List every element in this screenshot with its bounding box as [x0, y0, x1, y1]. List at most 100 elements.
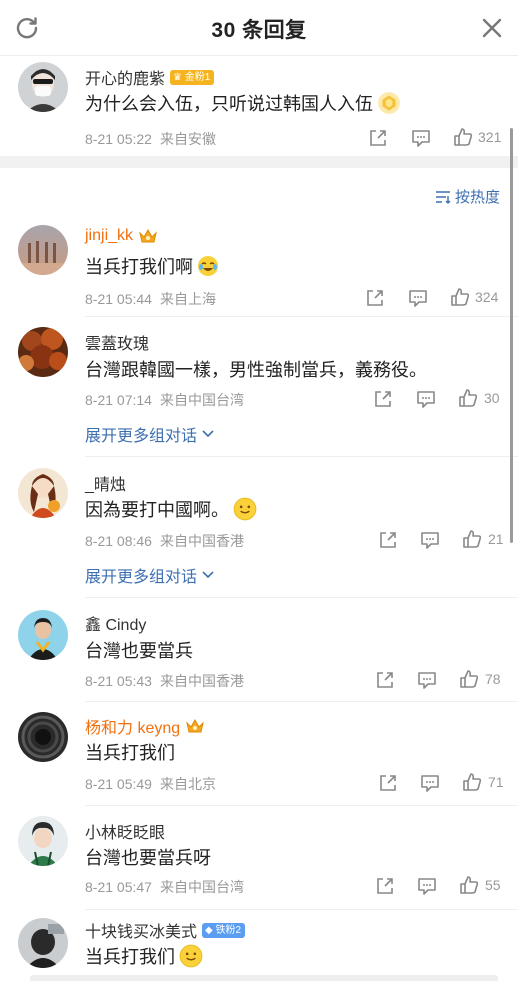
user-name-text[interactable]: 十块钱买冰美式	[85, 918, 197, 942]
comment-meta: 8-21 05:47 来自中国台湾	[85, 877, 244, 897]
comment-item: 十块钱买冰美式 ◆ 铁粉2 当兵打我们	[0, 910, 518, 981]
comment-meta: 8-21 08:46 来自中国香港	[85, 531, 244, 551]
root-comment: 开心的鹿紫 ♛ 金粉1 为什么会入伍，只听说过韩国人入伍 8-21 05:22 来…	[0, 56, 518, 156]
share-icon[interactable]	[377, 772, 399, 794]
comment-icon[interactable]	[416, 875, 438, 897]
like-count: 30	[484, 390, 500, 406]
avatar[interactable]	[18, 327, 68, 377]
comment-icon[interactable]	[419, 772, 441, 794]
expand-label: 展开更多组对话	[85, 428, 198, 445]
comment-icon[interactable]	[410, 127, 432, 149]
sort-icon	[435, 190, 451, 204]
chevron-down-icon	[202, 571, 214, 579]
user-name-text[interactable]: 雲蓋玫瑰	[85, 330, 149, 354]
comment-icon[interactable]	[416, 669, 438, 691]
like-count: 321	[478, 129, 502, 145]
smile-emoji-icon	[179, 944, 203, 968]
avatar[interactable]	[18, 468, 68, 518]
user-name[interactable]: 十块钱买冰美式 ◆ 铁粉2	[85, 918, 246, 942]
like-count: 21	[488, 531, 504, 547]
comment-icon[interactable]	[419, 529, 441, 551]
comment-meta: 8-21 05:49 来自北京	[85, 774, 216, 794]
gift-emoji-icon	[378, 92, 400, 114]
share-icon[interactable]	[377, 529, 399, 551]
comment-icon[interactable]	[407, 287, 429, 309]
user-name-text[interactable]: jinji_kk	[85, 227, 133, 245]
user-name[interactable]: 鑫 Cindy	[85, 611, 146, 635]
share-icon[interactable]	[364, 287, 386, 309]
comment-text: 台灣跟韓國一樣，男性強制當兵，義務役。	[85, 356, 427, 382]
like-count: 71	[488, 774, 504, 790]
user-name-text[interactable]: _晴烛	[85, 471, 126, 495]
avatar[interactable]	[18, 225, 68, 275]
scrollbar[interactable]	[510, 128, 513, 543]
avatar[interactable]	[18, 610, 68, 660]
like-icon[interactable]	[458, 874, 480, 896]
comment-text: 台灣也要當兵呀	[85, 844, 211, 870]
comment-item: 杨和力 keyng 当兵打我们 8-21 05:49 来自北京 71	[0, 702, 518, 806]
share-icon[interactable]	[372, 388, 394, 410]
fan-badge: ♛ 金粉1	[170, 69, 215, 85]
like-count: 55	[485, 877, 501, 893]
user-name[interactable]: _晴烛	[85, 471, 126, 495]
like-count: 78	[485, 671, 501, 687]
comment-item: 鑫 Cindy 台灣也要當兵 8-21 05:43 来自中国香港 78	[0, 598, 518, 702]
like-icon[interactable]	[458, 668, 480, 690]
dialog-title: 30 条回复	[211, 19, 307, 42]
comment-text: 因為要打中國啊。	[85, 496, 257, 522]
timestamp: 8-21 05:43	[85, 673, 152, 689]
user-name[interactable]: 雲蓋玫瑰	[85, 330, 149, 354]
like-icon[interactable]	[457, 387, 479, 409]
comment-text-content: 台灣也要當兵	[85, 641, 193, 661]
share-icon[interactable]	[374, 669, 396, 691]
comment-meta: 8-21 05:22 来自安徽	[85, 129, 216, 149]
avatar[interactable]	[18, 712, 68, 762]
like-icon[interactable]	[449, 286, 471, 308]
user-name[interactable]: 开心的鹿紫 ♛ 金粉1	[85, 65, 215, 89]
avatar[interactable]	[18, 816, 68, 866]
location: 来自中国台湾	[159, 879, 244, 895]
comment-text-content: 当兵打我们	[85, 947, 175, 967]
comment-item: 小林眨眨眼 台灣也要當兵呀 8-21 05:47 来自中国台湾 55	[0, 806, 518, 910]
user-name[interactable]: 杨和力 keyng	[85, 714, 205, 738]
user-name-text[interactable]: 鑫 Cindy	[85, 611, 146, 635]
user-name-text[interactable]: 杨和力 keyng	[85, 714, 180, 738]
user-name[interactable]: jinji_kk	[85, 227, 158, 245]
expand-conversation-link[interactable]: 展开更多组对话	[85, 422, 215, 446]
comment-meta: 8-21 05:43 来自中国香港	[85, 671, 244, 691]
comment-text-content: 当兵打我们啊	[85, 257, 193, 277]
comment-text-content: 当兵打我们	[85, 743, 175, 763]
like-icon[interactable]	[461, 528, 483, 550]
like-icon[interactable]	[452, 126, 474, 148]
like-icon[interactable]	[461, 771, 483, 793]
comment-icon[interactable]	[415, 388, 437, 410]
user-name[interactable]: 小林眨眨眼	[85, 819, 165, 843]
share-icon[interactable]	[367, 127, 389, 149]
timestamp: 8-21 05:22	[85, 131, 152, 147]
avatar[interactable]	[18, 62, 68, 112]
comment-item: _晴烛 因為要打中國啊。 8-21 08:46 来自中国香港 21 展开更多组对话	[0, 458, 518, 598]
sort-button[interactable]: 按热度	[435, 186, 500, 207]
comment-text: 当兵打我们	[85, 943, 203, 969]
comment-text: 当兵打我们	[85, 739, 175, 765]
share-icon[interactable]	[374, 875, 396, 897]
laugh-cry-emoji-icon	[198, 256, 218, 276]
sort-label: 按热度	[454, 189, 500, 206]
user-name-text[interactable]: 开心的鹿紫	[85, 65, 165, 89]
close-icon[interactable]	[480, 16, 504, 40]
location: 来自北京	[159, 776, 216, 792]
timestamp: 8-21 05:49	[85, 776, 152, 792]
expand-conversation-link[interactable]: 展开更多组对话	[85, 563, 215, 587]
user-name-text[interactable]: 小林眨眨眼	[85, 819, 165, 843]
crown-icon	[186, 718, 205, 733]
location: 来自中国台湾	[159, 392, 244, 408]
location: 来自安徽	[159, 131, 216, 147]
smile-emoji-icon	[233, 497, 257, 521]
comment-text-content: 台灣也要當兵呀	[85, 848, 211, 868]
timestamp: 8-21 07:14	[85, 392, 152, 408]
expand-label: 展开更多组对话	[85, 569, 198, 586]
comment-text-content: 因為要打中國啊。	[85, 500, 229, 520]
comment-meta: 8-21 05:44 来自上海	[85, 289, 216, 309]
avatar[interactable]	[18, 918, 68, 968]
row-divider	[85, 456, 518, 457]
